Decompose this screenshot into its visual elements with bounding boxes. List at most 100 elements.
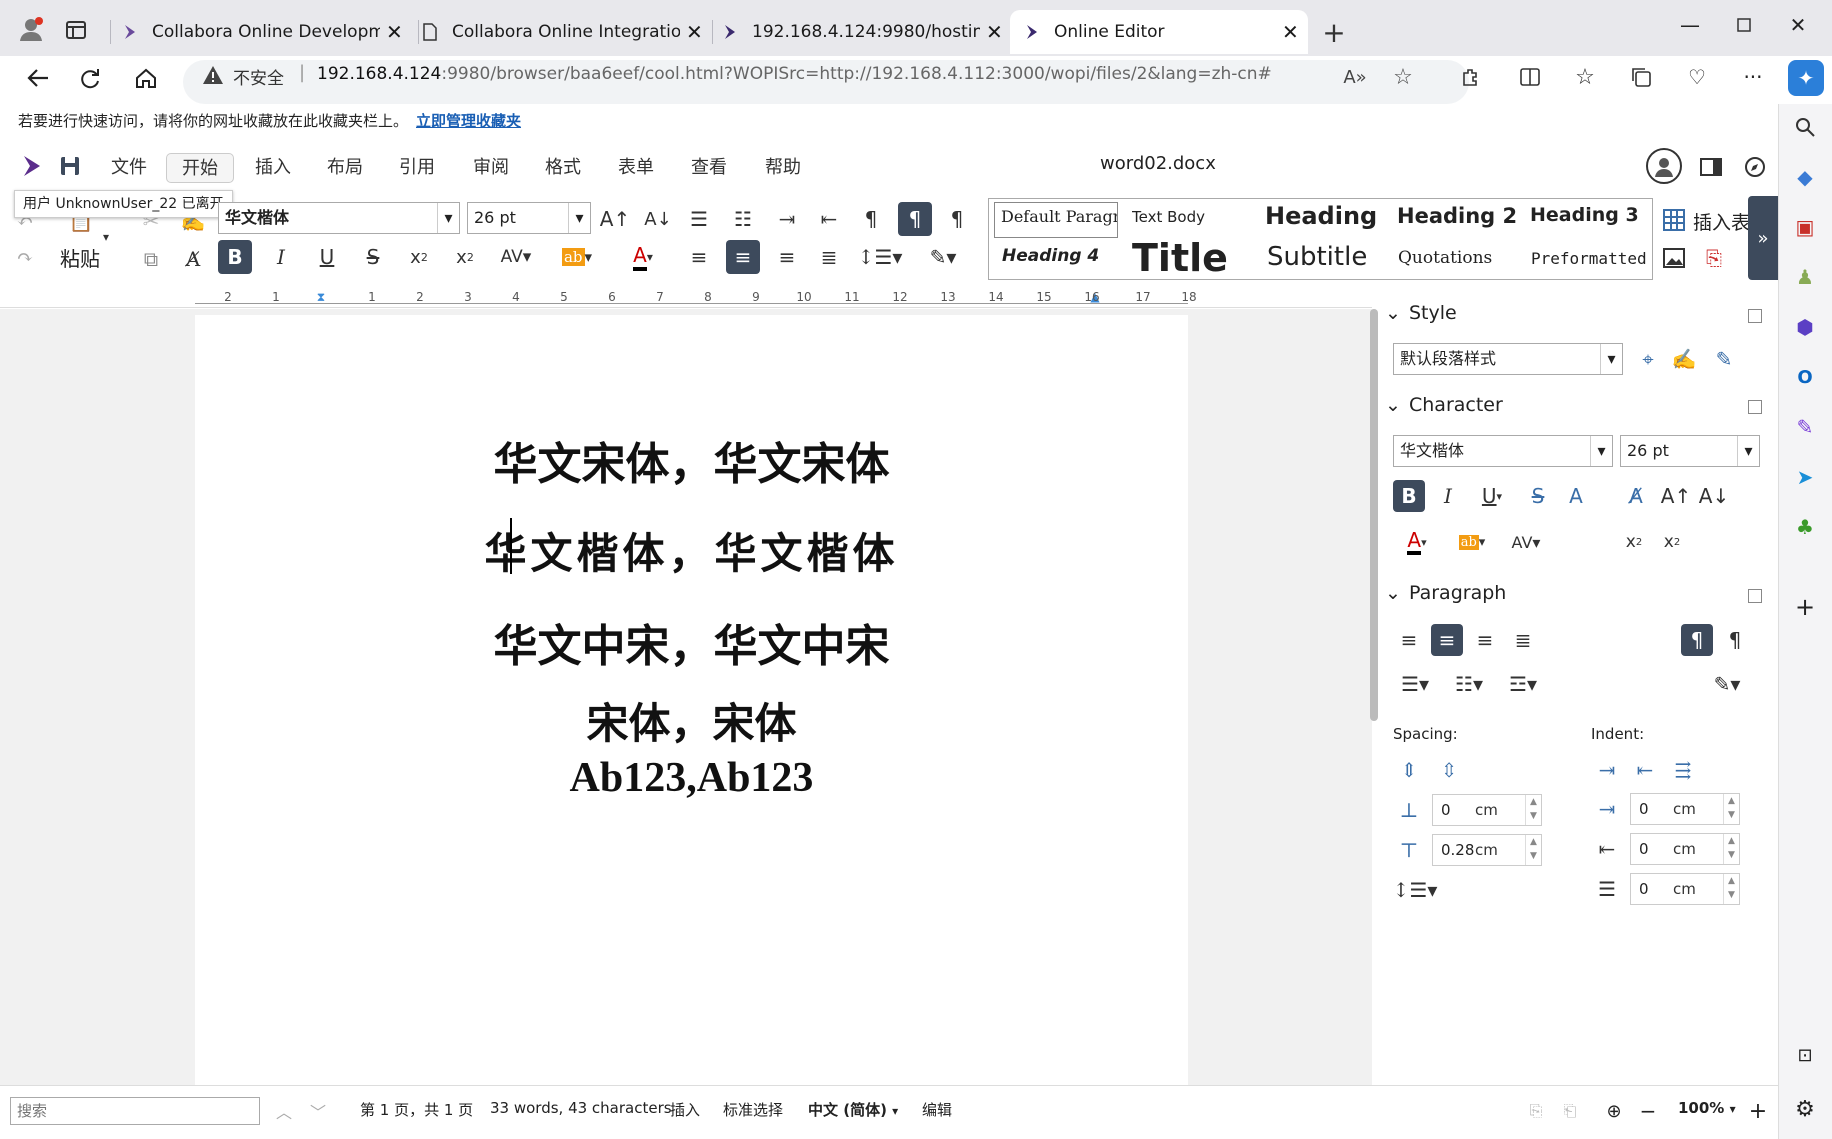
paragraph-background-icon[interactable]: ✎▾ (918, 240, 968, 274)
superscript-button[interactable]: x2 (448, 240, 482, 274)
rtl-paragraph-icon[interactable]: ¶ (940, 202, 974, 236)
tab-collabora-integration[interactable]: Collabora Online Integration ✕ (420, 10, 710, 54)
sidebar-align-center-icon[interactable]: ≡ (1431, 624, 1463, 656)
indent-before-input[interactable]: 0 cm ▲ ▼ (1630, 793, 1740, 825)
sidebar-grow-font-button[interactable]: A↑ (1660, 480, 1692, 512)
paragraph-section-header[interactable]: ⌄ Paragraph (1385, 582, 1506, 604)
search-icon[interactable] (1790, 112, 1820, 142)
send-icon[interactable]: ➤ (1790, 462, 1820, 492)
zoom-reset-icon[interactable]: ⊕ (1600, 1097, 1628, 1125)
chevron-down-icon[interactable]: ▾ (1737, 436, 1759, 466)
redo-icon[interactable]: ↷ (8, 240, 42, 274)
manage-favorites-link[interactable]: 立即管理收藏夹 (416, 110, 521, 131)
sidebar-rtl-icon[interactable]: ¶ (1719, 624, 1751, 656)
insert-mode[interactable]: 插入 (670, 1099, 700, 1120)
numbered-list-icon[interactable]: ☷ (726, 202, 760, 236)
style-heading-1[interactable]: Heading 1 (1265, 202, 1380, 230)
decrease-indent-icon[interactable]: ⇤ (812, 202, 846, 236)
menu-layout[interactable]: 布局 (312, 153, 378, 183)
sidebar-outline-list-icon[interactable]: ☲▾ (1501, 668, 1545, 700)
back-icon[interactable] (20, 60, 56, 96)
document-title[interactable]: word02.docx (1100, 153, 1216, 174)
doc-line-3[interactable]: 华文中宋，华文中宋 (195, 610, 1188, 674)
collections-icon[interactable] (1626, 62, 1656, 92)
tab-collabora-dev[interactable]: Collabora Online Development E ✕ (120, 10, 410, 54)
menu-review[interactable]: 审阅 (458, 153, 524, 183)
increase-indent-icon[interactable]: ⇥ (1591, 754, 1623, 786)
style-subtitle[interactable]: Subtitle (1267, 242, 1367, 272)
style-title[interactable]: Title (1132, 236, 1228, 280)
page-break-icon[interactable]: ⎘ (1700, 244, 1728, 272)
sidebar-shrink-font-button[interactable]: A↓ (1698, 480, 1730, 512)
doc-line-4[interactable]: 宋体，宋体 (195, 690, 1188, 751)
style-default-paragraph[interactable]: Default Paragraph (994, 202, 1118, 238)
copy-icon[interactable]: ⧉ (134, 242, 168, 276)
justify-icon[interactable]: ≣ (812, 240, 846, 274)
style-text-body[interactable]: Text Body (1132, 208, 1205, 226)
doc-line-1[interactable]: 华文宋体，华文宋体 (195, 428, 1188, 492)
decrease-spacing-icon[interactable]: ⇳ (1433, 754, 1465, 786)
font-name-combo[interactable]: 华文楷体 ▾ (218, 202, 460, 234)
close-tab-icon[interactable]: ✕ (986, 20, 1003, 44)
profile-icon[interactable] (16, 14, 46, 44)
line-spacing-icon[interactable]: ↕☰▾ (1393, 874, 1438, 906)
bullet-list-icon[interactable]: ☰ (682, 202, 716, 236)
subscript-button[interactable]: x2 (402, 240, 436, 274)
sidebar-align-left-icon[interactable]: ≡ (1393, 624, 1425, 656)
style-heading-4[interactable]: Heading 4 (1002, 246, 1099, 266)
grow-font-button[interactable]: A↑ (598, 202, 632, 236)
warning-icon[interactable] (200, 62, 226, 88)
search-prev-icon[interactable]: ︿ (270, 1097, 298, 1125)
left-indent-marker-icon[interactable]: ⧗ (314, 288, 328, 306)
close-tab-icon[interactable]: ✕ (386, 20, 403, 44)
paragraph-more-options-icon[interactable] (1748, 589, 1762, 603)
increase-spacing-icon[interactable]: ⇕ (1393, 754, 1425, 786)
underline-button[interactable]: U (310, 240, 344, 274)
add-sidebar-icon[interactable]: + (1790, 592, 1820, 622)
line-spacing-icon[interactable]: ↕☰▾ (856, 240, 904, 274)
sidebar-superscript-button[interactable]: x2 (1618, 526, 1650, 558)
designer-icon[interactable]: ✎ (1790, 412, 1820, 442)
close-window-icon[interactable]: ✕ (1778, 10, 1818, 40)
games-icon[interactable]: ♟ (1790, 262, 1820, 292)
ltr-paragraph-icon[interactable]: ¶ (898, 202, 932, 236)
fill-format-icon[interactable]: ⌖ (1632, 343, 1664, 375)
tools-icon[interactable]: ▣ (1790, 212, 1820, 242)
user-avatar[interactable] (1646, 148, 1682, 184)
style-quotations[interactable]: Quotations (1398, 248, 1492, 268)
doc-line-5[interactable]: Ab123,Ab123 (195, 754, 1188, 802)
selection-mode[interactable]: 标准选择 (723, 1099, 783, 1120)
spin-arrows-icon[interactable]: ▲ ▼ (1723, 794, 1739, 824)
sidebar-italic-button[interactable]: I (1432, 480, 1464, 512)
chevron-down-icon[interactable]: ▾ (1600, 344, 1622, 374)
chevron-down-icon[interactable]: ▾ (1590, 436, 1612, 466)
zoom-level[interactable]: 100% ▾ (1678, 1099, 1736, 1117)
style-heading-3[interactable]: Heading 3 (1530, 204, 1639, 226)
extensions-icon[interactable] (1455, 62, 1485, 92)
search-next-icon[interactable]: ﹀ (304, 1097, 332, 1125)
menu-file[interactable]: 文件 (96, 153, 162, 183)
sidebar-bullet-list-icon[interactable]: ☰▾ (1393, 668, 1437, 700)
spacing-below-input[interactable]: 0.28 cm ▲ ▼ (1432, 834, 1542, 866)
new-style-icon[interactable]: ✎ (1708, 343, 1740, 375)
new-tab-icon[interactable]: + (1318, 16, 1350, 49)
image-icon[interactable] (1660, 244, 1688, 272)
font-size-combo[interactable]: 26 pt ▾ (467, 202, 591, 234)
refresh-icon[interactable] (72, 60, 108, 96)
shrink-font-button[interactable]: A↓ (641, 202, 675, 236)
highlight-color-button[interactable]: ab ▾ (552, 240, 602, 274)
bold-button[interactable]: B (218, 240, 252, 274)
home-icon[interactable] (128, 60, 164, 96)
spacing-above-input[interactable]: 0 cm ▲ ▼ (1432, 794, 1542, 826)
tree-icon[interactable]: ♣ (1790, 512, 1820, 542)
tab-online-editor[interactable]: Online Editor ✕ (1010, 10, 1308, 54)
shopping-tag-icon[interactable]: ◆ (1790, 162, 1820, 192)
sidebar-paragraph-bg-icon[interactable]: ✎▾ (1703, 668, 1751, 700)
sidebar-font-size-combo[interactable]: 26 pt ▾ (1620, 435, 1760, 467)
menu-help[interactable]: 帮助 (750, 153, 816, 183)
zoom-out-icon[interactable]: − (1634, 1097, 1662, 1125)
split-screen-icon[interactable] (1515, 62, 1545, 92)
close-tab-icon[interactable]: ✕ (686, 20, 703, 44)
favorites-icon[interactable]: ☆ (1570, 62, 1600, 92)
character-more-options-icon[interactable] (1748, 400, 1762, 414)
